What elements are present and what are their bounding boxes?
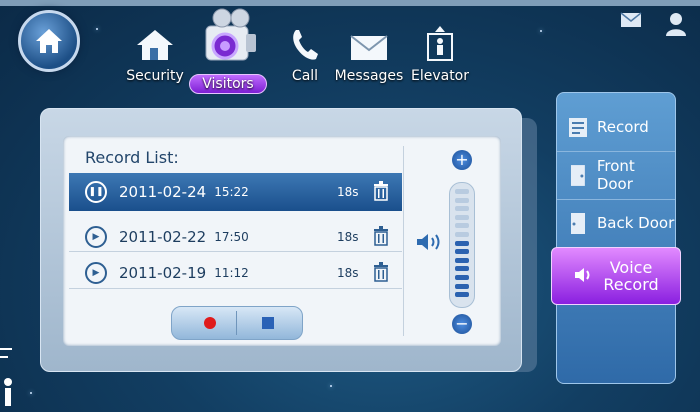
record-book-icon <box>569 118 587 137</box>
nav-label-visitors: Visitors <box>189 74 267 94</box>
side-menu: Record Front Door Back Door Voice Record <box>551 92 681 384</box>
nav-item-call[interactable]: Call <box>280 26 330 84</box>
volume-segment <box>455 223 469 229</box>
record-duration: 18s <box>337 185 359 199</box>
volume-segment <box>455 266 469 272</box>
nav-item-elevator[interactable]: Elevator <box>408 24 472 84</box>
trash-icon[interactable] <box>373 226 389 246</box>
volume-segment <box>455 189 469 194</box>
back-door-icon <box>571 213 585 234</box>
play-icon[interactable]: ▶ <box>85 262 107 284</box>
star-decoration <box>30 392 32 394</box>
volume-divider <box>403 146 404 336</box>
volume-segment <box>455 275 469 280</box>
star-decoration <box>330 385 332 387</box>
top-stripe <box>0 0 700 6</box>
record-duration: 18s <box>337 266 359 280</box>
exit-icon <box>0 348 12 406</box>
star-decoration <box>540 30 542 32</box>
side-item-back-door[interactable]: Back Door <box>557 199 675 248</box>
side-item-front-door[interactable]: Front Door <box>557 151 675 200</box>
side-label-back-door: Back Door <box>597 214 675 232</box>
volume-segment <box>455 257 469 263</box>
volume-segment <box>455 214 469 220</box>
volume-down-button[interactable]: − <box>452 314 472 334</box>
nav-item-visitors[interactable]: Visitors <box>188 6 268 94</box>
record-time: 11:12 <box>214 266 249 280</box>
side-item-voice-record[interactable]: Voice Record <box>551 247 681 305</box>
record-date: 2011-02-22 <box>119 228 207 246</box>
nav-label-call: Call <box>291 68 319 84</box>
volume-segment <box>455 197 469 203</box>
home-icon <box>36 29 62 53</box>
camera-icon <box>205 8 256 61</box>
side-label-front-door: Front Door <box>596 157 635 193</box>
volume-slider[interactable] <box>449 182 475 308</box>
elevator-icon <box>427 26 453 61</box>
front-door-icon <box>570 165 585 186</box>
nav-label-elevator: Elevator <box>410 68 470 84</box>
record-button[interactable] <box>204 317 216 329</box>
trash-icon[interactable] <box>373 181 389 201</box>
control-divider <box>236 311 237 335</box>
nav-item-security[interactable]: Security <box>120 24 190 84</box>
mail-icon[interactable] <box>620 12 642 28</box>
intercom-screen: Security Visitors Call Messages Elevator… <box>0 0 700 412</box>
record-duration: 18s <box>337 230 359 244</box>
table-row[interactable]: ❚❚ 2011-02-24 15:22 18s <box>69 173 402 211</box>
pause-icon[interactable]: ❚❚ <box>85 181 107 203</box>
record-list-title: Record List: <box>85 148 179 167</box>
trash-icon[interactable] <box>373 262 389 282</box>
side-label-voice-record: Voice Record <box>603 259 658 293</box>
side-label-record: Record <box>597 118 649 136</box>
phone-icon <box>293 30 318 60</box>
voice-record-line2: Record <box>603 275 659 294</box>
top-right-tools <box>620 12 686 36</box>
volume-segment <box>455 232 469 237</box>
house-icon <box>137 30 173 60</box>
volume-segment <box>455 206 469 212</box>
record-date: 2011-02-19 <box>119 264 207 282</box>
playback-controls <box>171 306 303 340</box>
record-time: 17:50 <box>214 230 249 244</box>
record-date: 2011-02-24 <box>119 183 207 201</box>
volume-segment <box>455 249 469 255</box>
side-item-record[interactable]: Record <box>557 103 675 152</box>
user-icon[interactable] <box>666 12 686 36</box>
nav-label-messages: Messages <box>334 68 404 84</box>
stop-button[interactable] <box>262 317 274 329</box>
nav-label-security: Security <box>126 68 184 84</box>
voice-record-line1: Voice <box>609 258 653 277</box>
volume-up-button[interactable]: + <box>452 150 472 170</box>
record-list-box: Record List: ❚❚ 2011-02-24 15:22 18s ▶ 2… <box>63 136 501 346</box>
nav-item-messages[interactable]: Messages <box>334 28 404 84</box>
volume-segment <box>455 240 469 246</box>
volume-segment <box>455 292 469 298</box>
home-button[interactable] <box>18 10 80 72</box>
volume-segment <box>455 283 469 289</box>
record-panel: Record List: ❚❚ 2011-02-24 15:22 18s ▶ 2… <box>40 108 522 372</box>
envelope-icon <box>350 35 388 60</box>
play-icon[interactable]: ▶ <box>85 226 107 248</box>
table-row[interactable]: ▶ 2011-02-22 17:50 18s <box>69 218 402 256</box>
star-decoration <box>96 28 98 30</box>
table-row[interactable]: ▶ 2011-02-19 11:12 18s <box>69 254 402 292</box>
voice-record-icon <box>575 268 590 282</box>
record-time: 15:22 <box>214 185 249 199</box>
speaker-icon <box>417 234 440 250</box>
